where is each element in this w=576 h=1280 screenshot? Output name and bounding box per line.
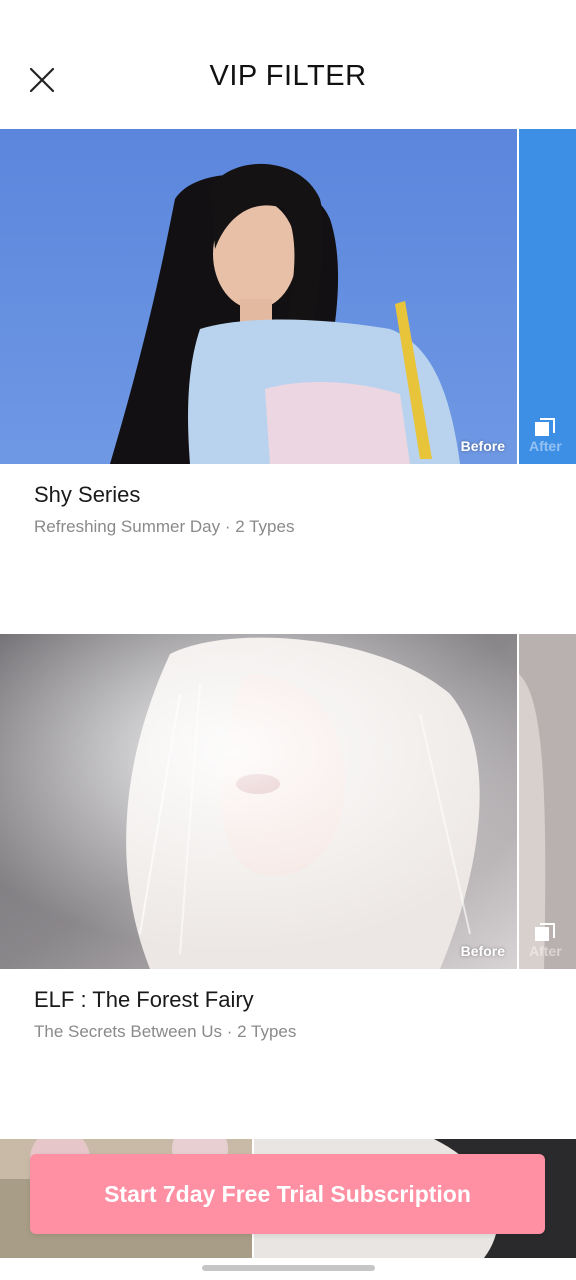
after-photo: After (519, 634, 576, 969)
filter-card-elf[interactable]: Before After ELF : The Forest Fairy The … (0, 634, 576, 1139)
filter-preview-carousel[interactable]: Before After (0, 129, 576, 464)
filter-title: ELF : The Forest Fairy (34, 987, 254, 1012)
filter-preview-carousel[interactable]: Before After (0, 634, 576, 969)
filter-subtitle: Refreshing Summer Day · 2 Types (34, 517, 295, 536)
compare-icon (535, 418, 555, 436)
before-label: Before (460, 943, 505, 959)
filter-subtitle: The Secrets Between Us · 2 Types (34, 1022, 297, 1041)
after-photo: After (519, 129, 576, 464)
before-photo: Before (0, 634, 517, 969)
after-label: After (529, 943, 562, 959)
start-free-trial-button[interactable]: Start 7day Free Trial Subscription (30, 1154, 545, 1234)
after-label: After (529, 438, 562, 454)
before-photo: Before (0, 129, 517, 464)
filter-card-shy-series[interactable]: Before After Shy Series Refreshing Summe… (0, 129, 576, 634)
before-label: Before (460, 438, 505, 454)
filter-title: Shy Series (34, 482, 141, 507)
vip-filter-screen: VIP FILTER Before After Shy Series Refre… (0, 0, 576, 1280)
compare-icon (535, 923, 555, 941)
home-indicator[interactable] (202, 1265, 375, 1271)
page-title: VIP FILTER (209, 60, 367, 92)
header: VIP FILTER (0, 0, 576, 129)
